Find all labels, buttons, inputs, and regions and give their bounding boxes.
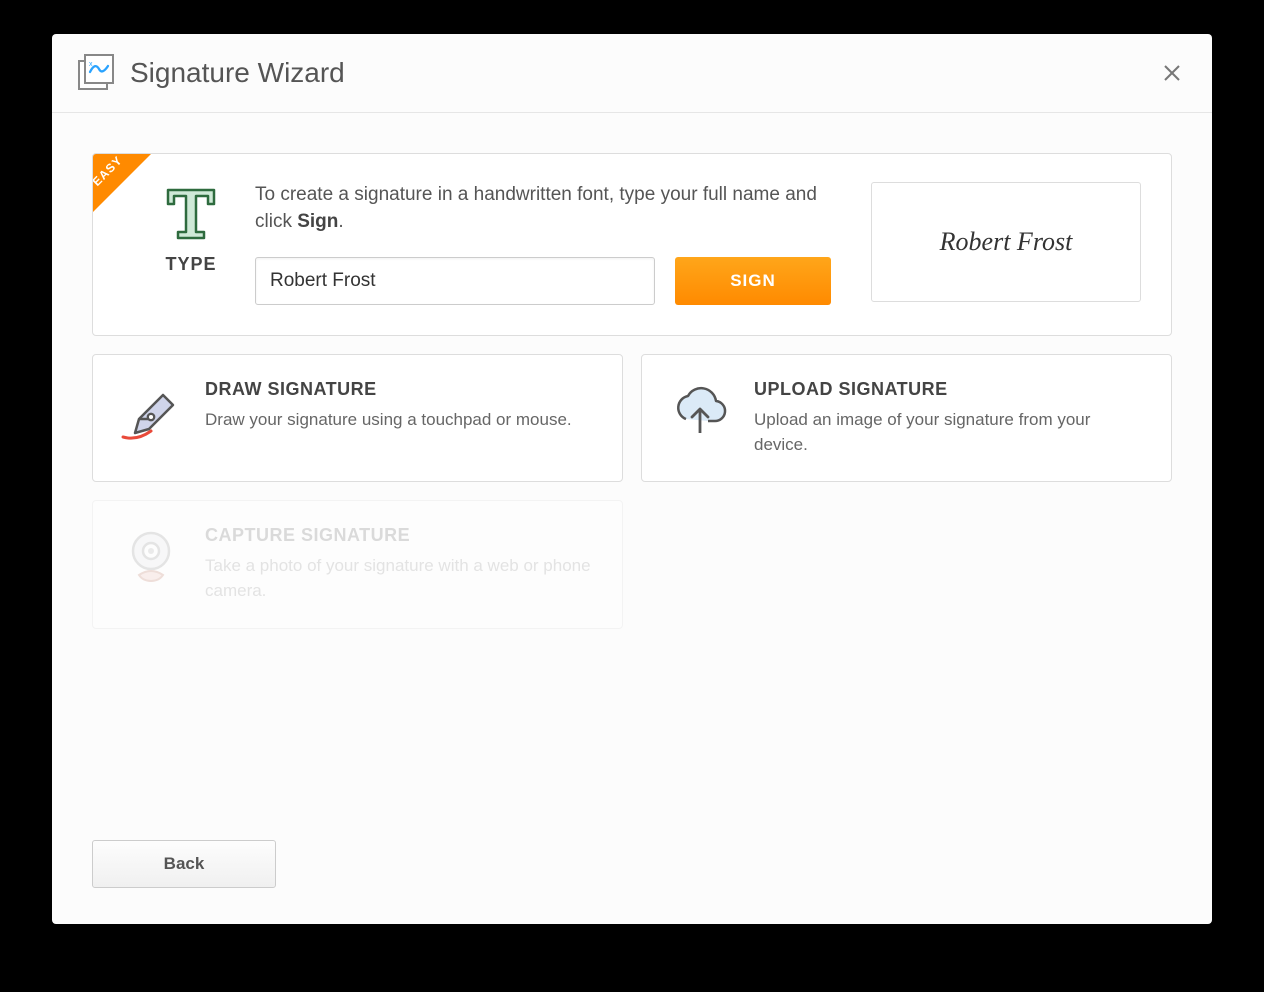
signature-wizard-icon: x [76, 52, 130, 94]
type-main-column: To create a signature in a handwritten f… [255, 182, 841, 305]
type-instruction: To create a signature in a handwritten f… [255, 182, 841, 235]
dialog-header: x Signature Wizard [52, 34, 1212, 113]
type-instruction-post: . [338, 211, 343, 232]
draw-title: DRAW SIGNATURE [205, 379, 572, 400]
signature-preview-text: Robert Frost [940, 227, 1073, 257]
back-button[interactable]: Back [92, 840, 276, 888]
close-button[interactable] [1160, 61, 1184, 85]
full-name-input[interactable] [255, 257, 655, 305]
draw-text: DRAW SIGNATURE Draw your signature using… [205, 379, 572, 433]
svg-text:x: x [89, 61, 93, 68]
options-row-1: DRAW SIGNATURE Draw your signature using… [92, 354, 1172, 482]
capture-signature-card: CAPTURE SIGNATURE Take a photo of your s… [92, 500, 623, 628]
type-signature-card: EASY TYPE To create a signature in a han… [92, 153, 1172, 336]
sign-button[interactable]: SIGN [675, 257, 831, 305]
type-icon-column: TYPE [141, 182, 241, 275]
type-input-row: SIGN [255, 257, 841, 305]
cloud-upload-icon [668, 379, 732, 443]
close-icon [1163, 64, 1181, 82]
type-t-icon [162, 182, 220, 240]
dialog-title: Signature Wizard [130, 57, 1160, 89]
dialog-body: EASY TYPE To create a signature in a han… [52, 113, 1212, 840]
upload-desc: Upload an image of your signature from y… [754, 408, 1145, 457]
capture-desc: Take a photo of your signature with a we… [205, 554, 596, 603]
draw-desc: Draw your signature using a touchpad or … [205, 408, 572, 433]
options-row-2: CAPTURE SIGNATURE Take a photo of your s… [92, 500, 1172, 628]
signature-preview: Robert Frost [871, 182, 1141, 302]
upload-title: UPLOAD SIGNATURE [754, 379, 1145, 400]
type-instruction-strong: Sign [297, 211, 338, 232]
dialog-footer: Back [52, 840, 1212, 924]
type-label: TYPE [165, 254, 216, 275]
upload-signature-card[interactable]: UPLOAD SIGNATURE Upload an image of your… [641, 354, 1172, 482]
pen-nib-icon [119, 379, 183, 443]
draw-signature-card[interactable]: DRAW SIGNATURE Draw your signature using… [92, 354, 623, 482]
upload-text: UPLOAD SIGNATURE Upload an image of your… [754, 379, 1145, 457]
capture-title: CAPTURE SIGNATURE [205, 525, 596, 546]
signature-wizard-dialog: x Signature Wizard EASY TYPE To [52, 34, 1212, 924]
webcam-icon [119, 525, 183, 589]
capture-text: CAPTURE SIGNATURE Take a photo of your s… [205, 525, 596, 603]
